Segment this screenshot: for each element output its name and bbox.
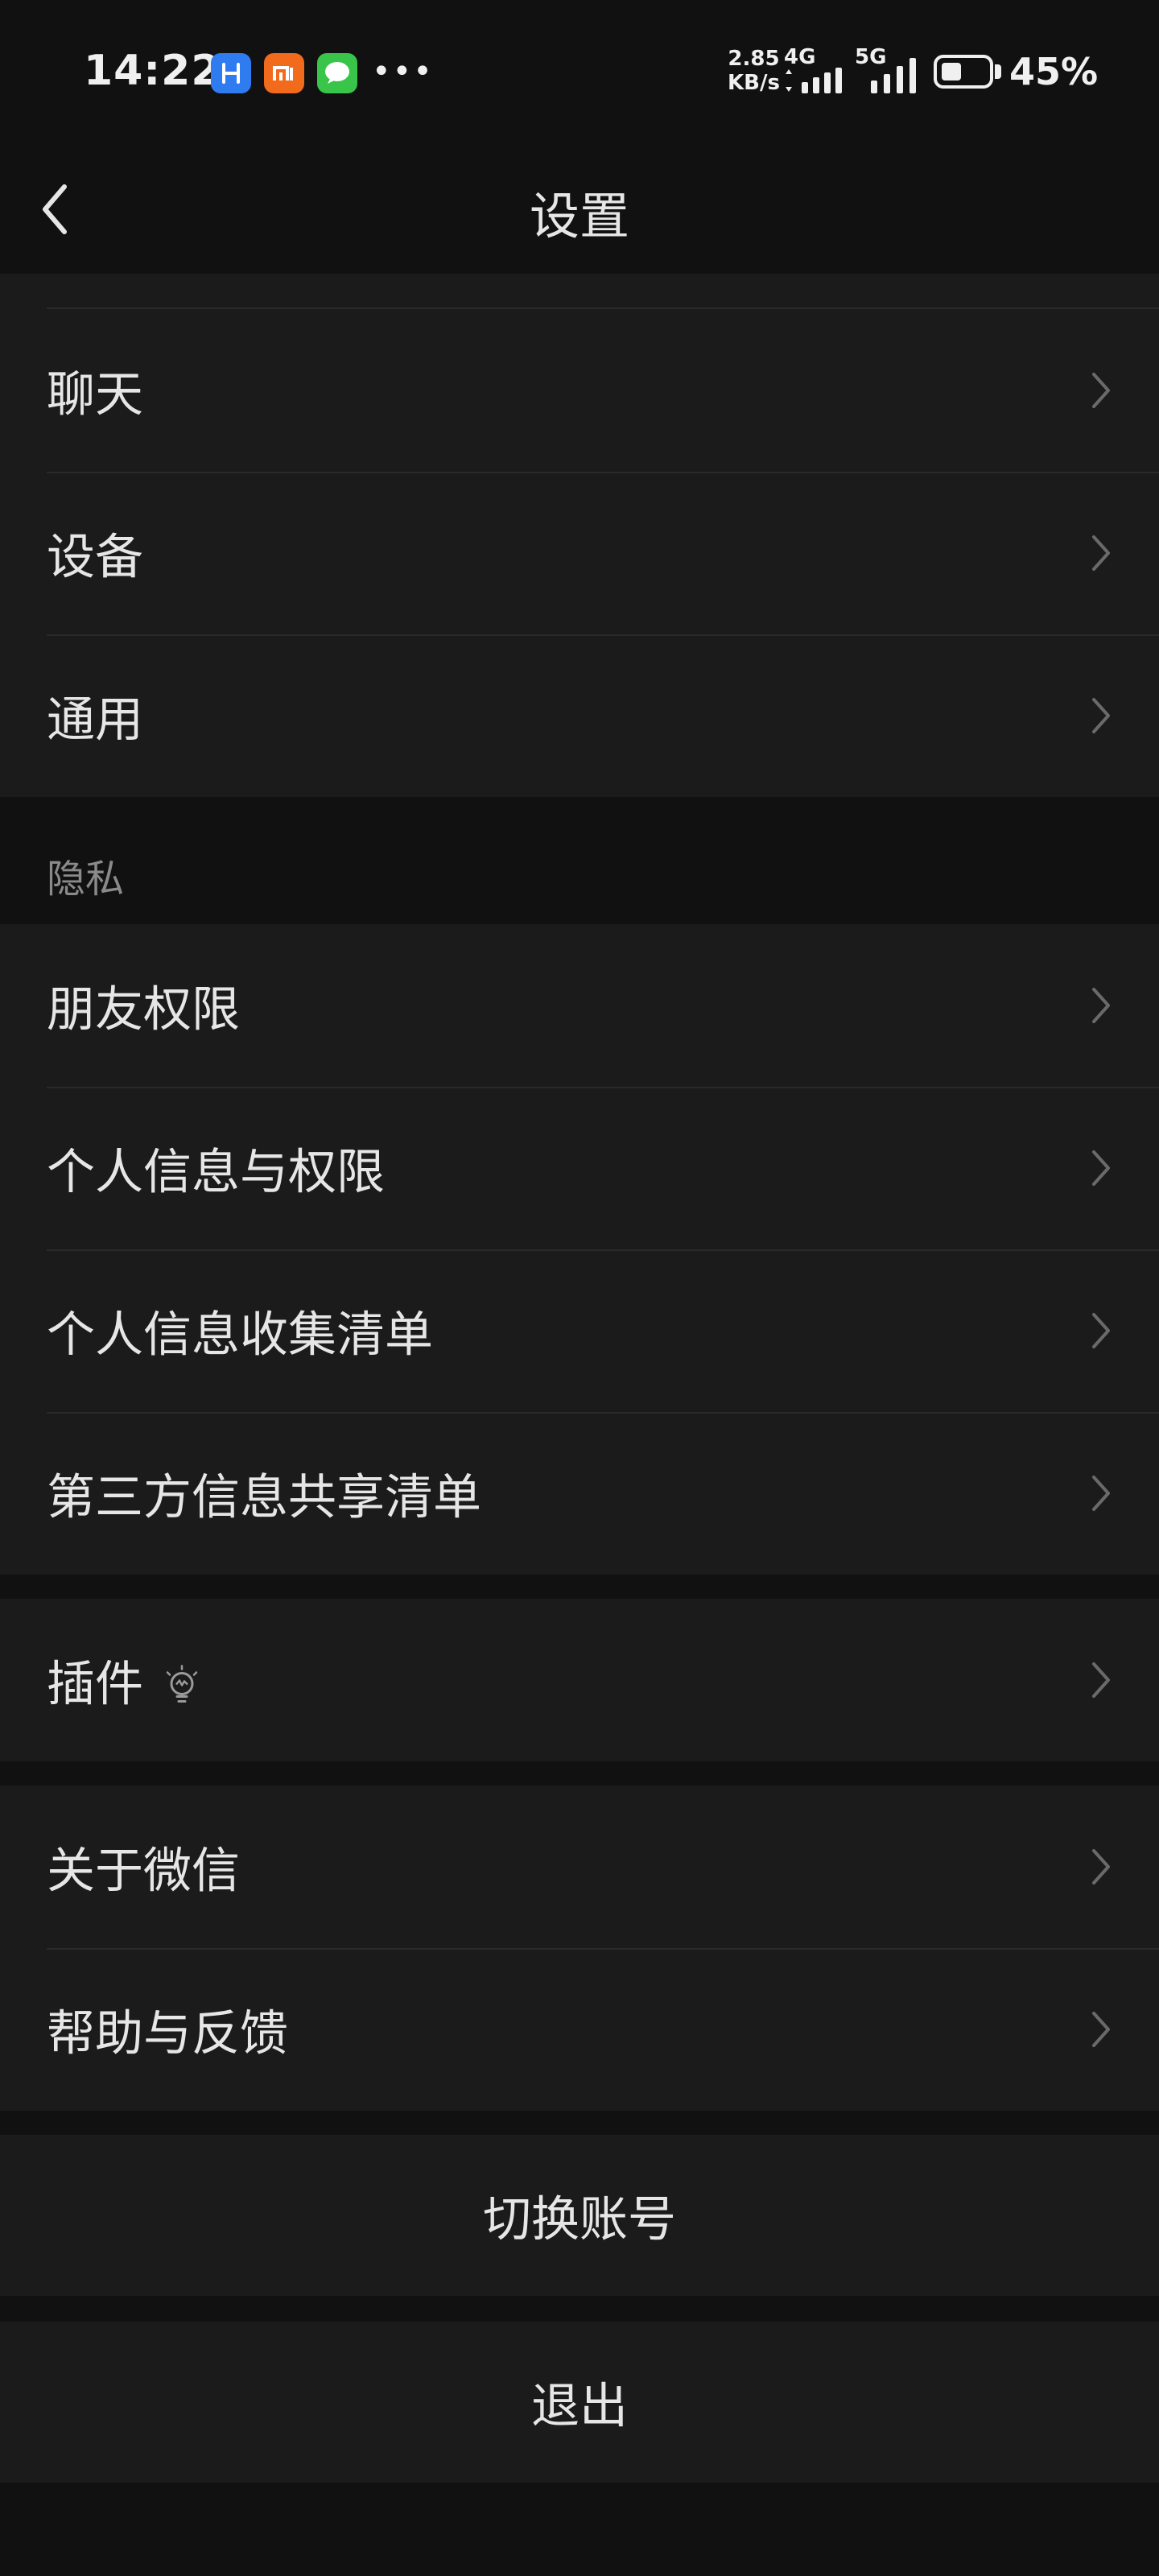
settings-item-label: 聊天 xyxy=(47,366,143,423)
chevron-right-icon xyxy=(1092,1476,1110,1511)
settings-item-label: 第三方信息共享清单 xyxy=(47,1469,481,1526)
page-title: 设置 xyxy=(529,187,629,246)
signal-4g-label: 4G xyxy=(784,45,816,69)
settings-item-label: 设备 xyxy=(47,529,143,586)
more-icon: ••• xyxy=(372,53,434,90)
network-speed-value: 2.85 xyxy=(728,47,780,71)
chevron-right-icon xyxy=(1092,2012,1110,2047)
settings-item-label: 通用 xyxy=(47,691,143,749)
logout-label: 退出 xyxy=(531,2378,628,2435)
logout-button[interactable]: 退出 xyxy=(0,2322,1159,2483)
chevron-right-icon xyxy=(1092,988,1110,1023)
navigation-bar: 设置 xyxy=(0,145,1159,274)
chevron-right-icon xyxy=(1092,373,1110,408)
network-speed-unit: KB/s xyxy=(728,71,780,95)
battery-percent: 45% xyxy=(1009,50,1099,93)
battery-cap xyxy=(995,64,1001,79)
settings-item-label: 关于微信 xyxy=(47,1843,240,1900)
settings-item-label: 个人信息与权限 xyxy=(47,1144,385,1201)
settings-group-about: 关于微信 帮助与反馈 xyxy=(0,1785,1159,2111)
settings-item-personal-info-permissions[interactable]: 个人信息与权限 xyxy=(0,1087,1159,1249)
switch-account-button[interactable]: 切换账号 xyxy=(0,2135,1159,2296)
section-title-privacy: 隐私 xyxy=(47,857,125,902)
settings-item-friend-permissions[interactable]: 朋友权限 xyxy=(0,924,1159,1087)
settings-item-device[interactable]: 设备 xyxy=(0,472,1159,634)
settings-item-label: 个人信息收集清单 xyxy=(47,1307,433,1364)
chevron-right-icon xyxy=(1092,1150,1110,1186)
chevron-right-icon xyxy=(1092,1849,1110,1885)
settings-item-general[interactable]: 通用 xyxy=(0,634,1159,797)
chevron-right-icon xyxy=(1092,535,1110,571)
signal-4g-icon xyxy=(786,68,842,93)
settings-group-plugins: 插件 xyxy=(0,1599,1159,1761)
settings-group-privacy: 朋友权限 个人信息与权限 个人信息收集清单 第三方信息共享清单 xyxy=(0,924,1159,1575)
mi-icon xyxy=(264,53,304,93)
chevron-right-icon xyxy=(1092,698,1110,733)
settings-item-plugins[interactable]: 插件 xyxy=(0,1599,1159,1761)
settings-group-general: 聊天 设备 通用 xyxy=(0,274,1159,797)
status-time: 14:22 xyxy=(84,47,221,95)
signal-5g-icon xyxy=(871,58,916,93)
status-bar: 14:22 ••• 2.85 KB/s 4G 5G 45% xyxy=(0,0,1159,145)
chevron-right-icon xyxy=(1092,1662,1110,1698)
settings-item-personal-info-collection[interactable]: 个人信息收集清单 xyxy=(0,1249,1159,1412)
plugins-label: 插件 xyxy=(47,1656,143,1713)
switch-account-label: 切换账号 xyxy=(483,2191,676,2248)
blue-app-icon xyxy=(211,53,251,93)
settings-item-third-party-sharing[interactable]: 第三方信息共享清单 xyxy=(0,1412,1159,1575)
wechat-icon xyxy=(317,53,357,93)
battery-level-fill xyxy=(942,63,961,80)
settings-item-label: 插件 xyxy=(47,1645,201,1715)
settings-item-help-feedback[interactable]: 帮助与反馈 xyxy=(0,1948,1159,2111)
battery-icon xyxy=(934,55,993,89)
settings-item-about-wechat[interactable]: 关于微信 xyxy=(0,1785,1159,1948)
lightbulb-icon xyxy=(166,1665,198,1703)
network-speed: 2.85 KB/s xyxy=(728,47,780,95)
settings-item-label: 帮助与反馈 xyxy=(47,2005,288,2062)
settings-item-label: 朋友权限 xyxy=(47,981,240,1038)
chevron-right-icon xyxy=(1092,1313,1110,1348)
settings-item-chat[interactable]: 聊天 xyxy=(0,309,1159,472)
